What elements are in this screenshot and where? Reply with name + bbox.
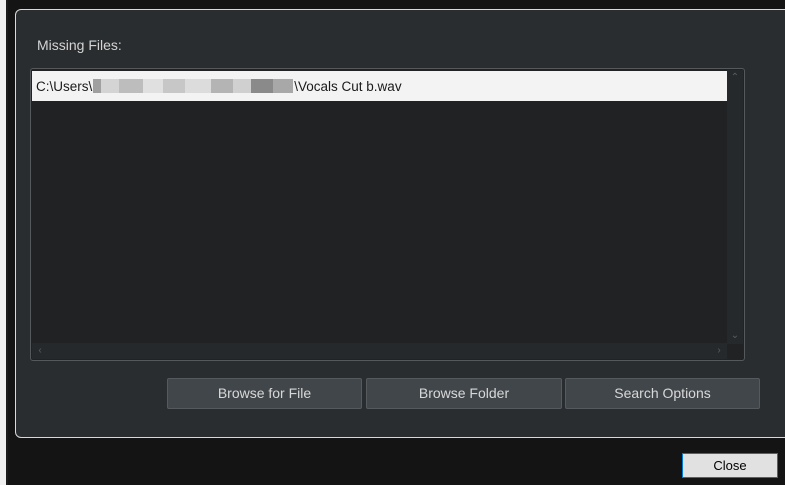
horizontal-scrollbar[interactable]: ‹ ›: [32, 343, 727, 359]
list-item-selected[interactable]: C:\Users\ \Vocals Cut b.wav: [32, 71, 727, 101]
redacted-path-segment: [93, 79, 294, 93]
missing-files-list[interactable]: C:\Users\ \Vocals Cut b.wav ⌃ ⌄ ‹ ›: [30, 68, 745, 361]
chevron-right-icon[interactable]: ›: [711, 343, 727, 359]
file-path-prefix: C:\Users\: [36, 78, 93, 94]
missing-files-window: Missing Files: C:\Users\ \Vocals Cut b.w…: [0, 0, 785, 485]
chevron-down-icon[interactable]: ⌄: [727, 328, 743, 344]
chevron-left-icon[interactable]: ‹: [32, 343, 48, 359]
close-button[interactable]: Close: [682, 453, 778, 478]
left-edge-line: [6, 0, 8, 485]
browse-for-file-button[interactable]: Browse for File: [167, 378, 362, 409]
missing-files-label: Missing Files:: [37, 37, 122, 53]
browse-folder-button[interactable]: Browse Folder: [366, 378, 562, 409]
file-path-suffix: \Vocals Cut b.wav: [294, 78, 402, 94]
vertical-scrollbar[interactable]: ⌃ ⌄: [727, 70, 743, 344]
chevron-up-icon[interactable]: ⌃: [727, 70, 743, 86]
search-options-button[interactable]: Search Options: [565, 378, 760, 409]
